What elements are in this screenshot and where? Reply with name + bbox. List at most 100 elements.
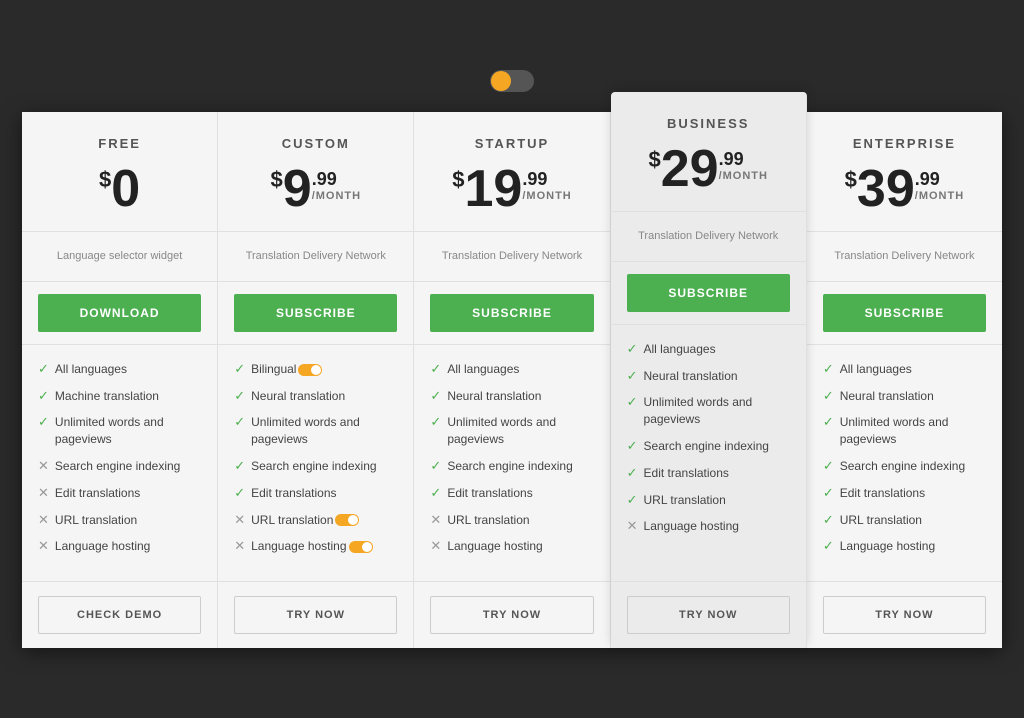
plan-footer-free: CHECK DEMO [22,582,217,648]
feature-text: Unlimited words and pageviews [644,394,790,428]
check-icon: ✓ [234,485,245,501]
billing-toggle [478,70,546,92]
feature-text: All languages [447,361,519,378]
feature-text: Neural translation [447,388,541,405]
feature-item: ✓ Language hosting [823,538,986,555]
pricing-table: FREE$0Language selector widgetDOWNLOAD✓A… [22,112,1002,648]
check-icon: ✓ [234,414,245,430]
plan-price-custom: $9.99/MONTH [230,163,401,215]
check-icon: ✓ [627,438,638,454]
check-demo-button-free[interactable]: CHECK DEMO [38,596,201,634]
price-amount-free: 0 [111,163,140,215]
feature-item: ✓URL translation [823,512,986,529]
feature-text: Unlimited words and pageviews [447,414,593,448]
plan-description-custom: Translation Delivery Network [218,232,413,282]
price-amount-custom: 9 [283,163,312,215]
feature-item: ✓Unlimited words and pageviews [823,414,986,448]
check-icon: ✓ [627,341,638,357]
feature-text: All languages [644,341,716,358]
toggle-thumb [491,71,511,91]
feature-text: Language hosting [251,538,372,555]
plan-cta-free: DOWNLOAD [22,282,217,345]
feature-item: ✓Bilingual [234,361,397,378]
feature-item: ✕Language hosting [627,518,790,535]
plan-name-business: BUSINESS [623,116,794,131]
cross-icon: ✕ [38,512,49,528]
plan-name-custom: CUSTOM [230,136,401,151]
feature-item: ✕Language hosting [430,538,593,555]
feature-text: Unlimited words and pageviews [251,414,397,448]
feature-item: ✓Search engine indexing [627,438,790,455]
feature-item: ✓Edit translations [823,485,986,502]
price-cents-custom: .99 [312,169,337,190]
cross-icon: ✕ [38,538,49,554]
feature-text: Unlimited words and pageviews [55,414,201,448]
feature-item: ✓Neural translation [823,388,986,405]
toggle-track[interactable] [490,70,534,92]
feature-text: Language hosting [447,538,542,555]
feature-text: Neural translation [840,388,934,405]
feature-text: URL translation [55,512,137,529]
plan-footer-startup: TRY NOW [414,582,609,648]
feature-text: All languages [840,361,912,378]
plan-price-free: $0 [34,163,205,215]
check-icon: ✓ [234,388,245,404]
plan-col-startup: STARTUP$19.99/MONTHTranslation Delivery … [414,112,610,648]
price-cents-enterprise: .99 [915,169,940,190]
cross-icon: ✕ [234,512,245,528]
feature-badge [298,364,322,376]
subscribe-button-startup[interactable]: SUBSCRIBE [430,294,593,332]
feature-item: ✓ Unlimited words and pageviews [38,414,201,448]
try-now-button-business[interactable]: TRY NOW [627,596,790,634]
cross-icon: ✕ [38,458,49,474]
features-list-enterprise: ✓All languages✓Neural translation✓Unlimi… [807,345,1002,582]
plan-description-business: Translation Delivery Network [611,212,806,262]
subscribe-button-business[interactable]: SUBSCRIBE [627,274,790,312]
check-icon: ✓ [823,414,834,430]
plan-col-custom: CUSTOM $9.99/MONTH Translation Delivery Ne… [218,112,414,648]
cross-icon: ✕ [627,518,638,534]
price-cents-month-custom: .99/MONTH [312,169,361,202]
check-icon: ✓ [38,414,49,430]
download-button-free[interactable]: DOWNLOAD [38,294,201,332]
plan-description-enterprise: Translation Delivery Network [807,232,1002,282]
subscribe-button-enterprise[interactable]: SUBSCRIBE [823,294,986,332]
feature-item: ✓Search engine indexing [234,458,397,475]
plan-name-startup: STARTUP [426,136,597,151]
feature-item: ✓ All languages [627,341,790,358]
price-amount-business: 29 [661,143,719,195]
plan-cta-business: SUBSCRIBE [611,262,806,325]
check-icon: ✓ [823,538,834,554]
subscribe-button-custom[interactable]: SUBSCRIBE [234,294,397,332]
feature-item: ✕ Language hosting [38,538,201,555]
check-icon: ✓ [234,361,245,377]
plan-header-business: BUSINESS $29.99/MONTH [611,92,806,212]
plan-name-enterprise: ENTERPRISE [819,136,990,151]
price-symbol-business: $ [648,147,660,173]
try-now-button-startup[interactable]: TRY NOW [430,596,593,634]
feature-text: URL translation [644,492,726,509]
feature-item: ✕ URL translation [234,512,397,529]
feature-item: ✓Machine translation [38,388,201,405]
plan-col-business: BUSINESS $29.99/MONTH Translation Delivery… [611,92,807,648]
check-icon: ✓ [430,414,441,430]
plan-description-free: Language selector widget [22,232,217,282]
price-cents-month-business: .99/MONTH [719,149,768,182]
plan-cta-custom: SUBSCRIBE [218,282,413,345]
price-symbol-enterprise: $ [845,167,857,193]
plan-price-startup: $19.99/MONTH [426,163,597,215]
feature-text: URL translation [447,512,529,529]
try-now-button-custom[interactable]: TRY NOW [234,596,397,634]
feature-text: Language hosting [840,538,935,555]
feature-text: All languages [55,361,127,378]
feature-text: Edit translations [251,485,336,502]
price-symbol-custom: $ [271,167,283,193]
feature-text: URL translation [251,512,359,529]
price-cents-business: .99 [719,149,744,170]
feature-text: Search engine indexing [251,458,376,475]
feature-text: Search engine indexing [447,458,572,475]
feature-text: Language hosting [55,538,150,555]
try-now-button-enterprise[interactable]: TRY NOW [823,596,986,634]
price-symbol-free: $ [99,167,111,193]
plan-cta-enterprise: SUBSCRIBE [807,282,1002,345]
